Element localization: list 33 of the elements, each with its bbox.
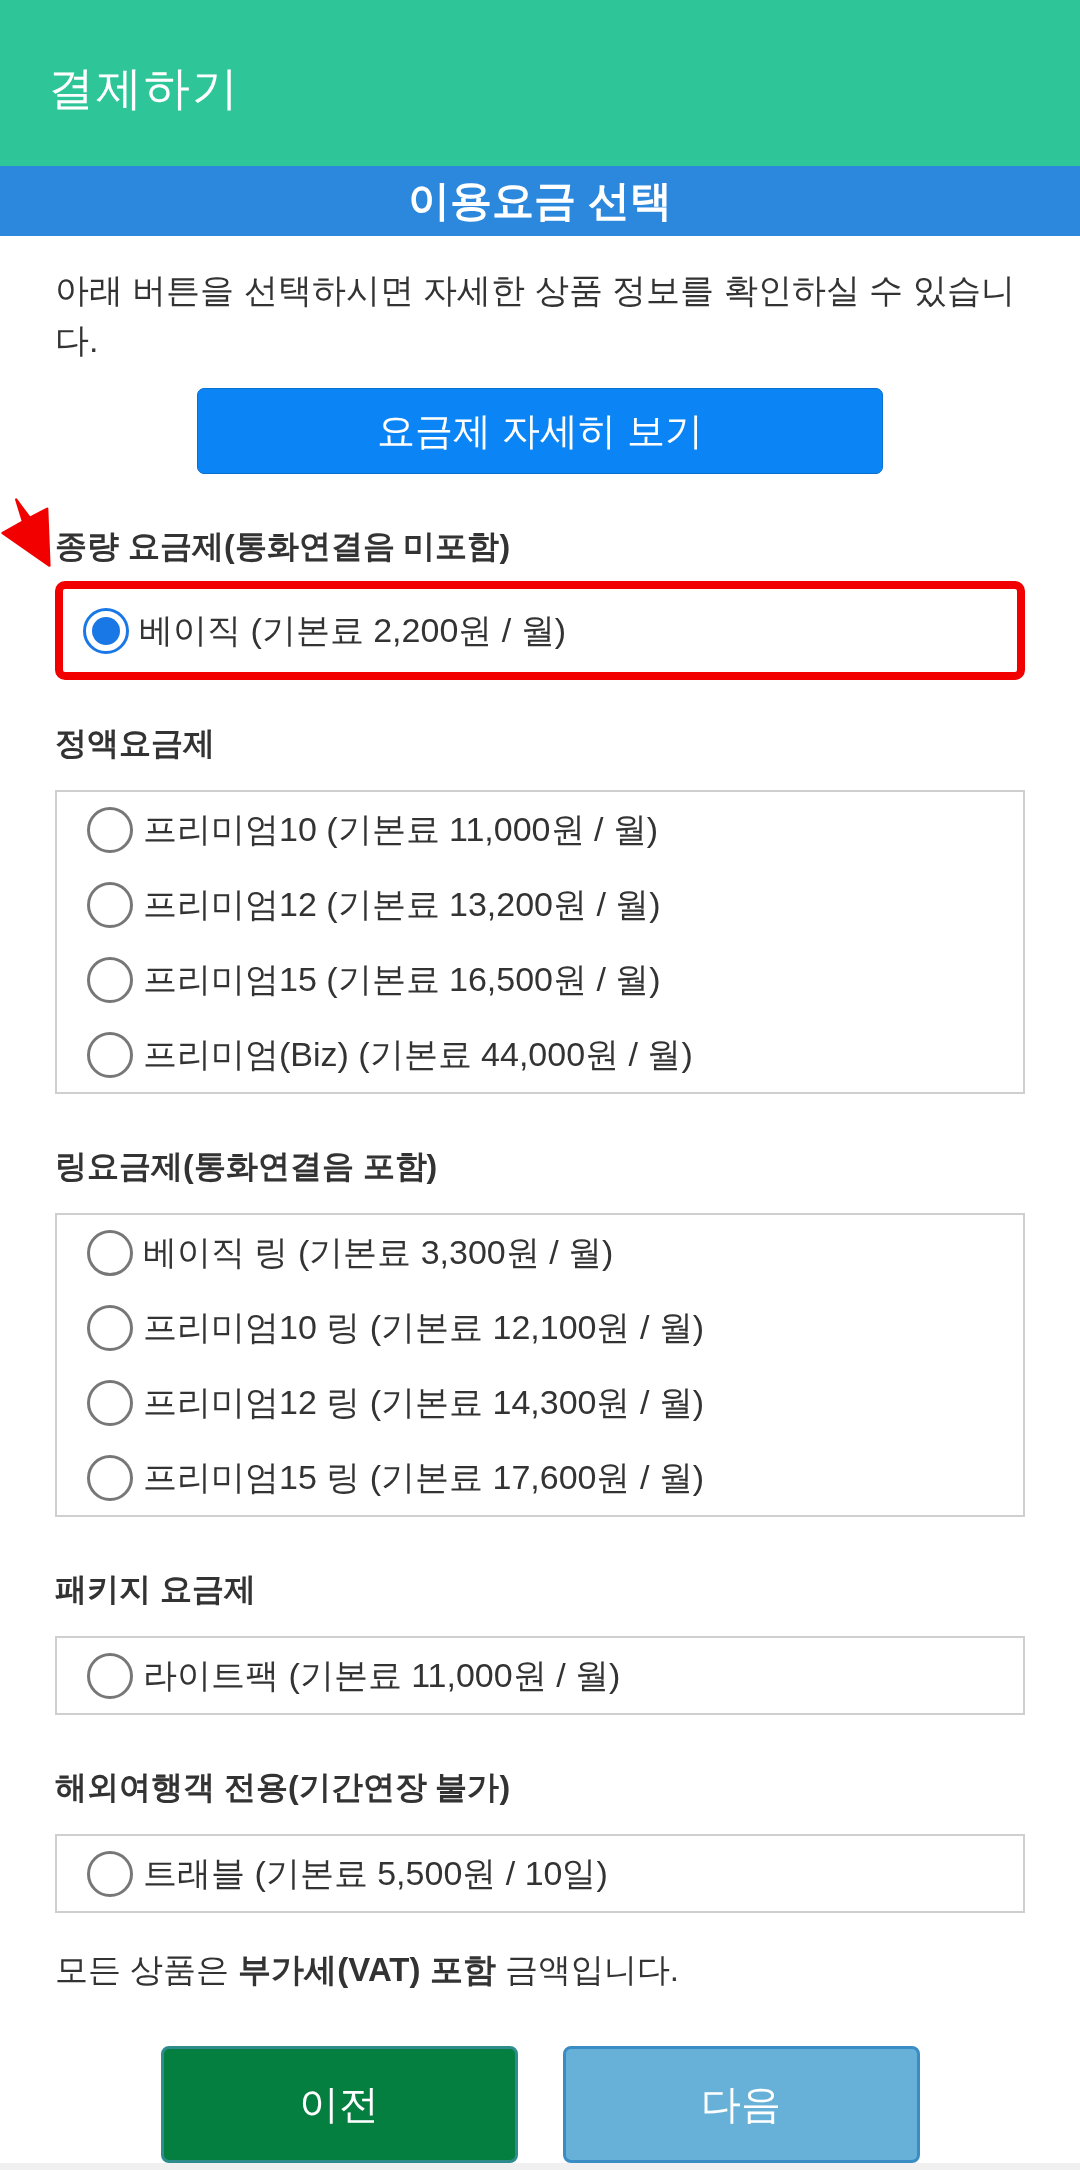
plan-option[interactable]: 프리미엄10 링 (기본료 12,100원 / 월) bbox=[87, 1290, 705, 1365]
radio-icon[interactable] bbox=[87, 881, 133, 928]
plan-option[interactable]: 베이직 링 (기본료 3,300원 / 월) bbox=[87, 1215, 614, 1290]
group-heading: 링요금제(통화연결음 포함) bbox=[55, 1147, 439, 1186]
radio-icon[interactable] bbox=[87, 956, 133, 1003]
plan-option[interactable]: 트래블 (기본료 5,500원 / 10일) bbox=[87, 1836, 608, 1911]
radio-icon[interactable] bbox=[87, 1304, 133, 1351]
radio-icon[interactable] bbox=[87, 1454, 133, 1501]
banner-title: 이용요금 선택 bbox=[408, 176, 672, 226]
plan-option[interactable]: 프리미엄(Biz) (기본료 44,000원 / 월) bbox=[87, 1017, 693, 1092]
radio-icon[interactable] bbox=[87, 806, 133, 853]
radio-icon[interactable] bbox=[87, 1652, 133, 1699]
plan-option[interactable]: 프리미엄10 (기본료 11,000원 / 월) bbox=[87, 792, 659, 867]
radio-icon[interactable] bbox=[87, 1379, 133, 1426]
radio-icon[interactable] bbox=[83, 607, 129, 654]
app-bar-title: 결제하기 bbox=[48, 61, 240, 116]
group-heading: 패키지 요금제 bbox=[55, 1570, 257, 1609]
radio-icon[interactable] bbox=[87, 1850, 133, 1897]
plan-option[interactable]: 프리미엄12 링 (기본료 14,300원 / 월) bbox=[87, 1365, 705, 1440]
plan-option[interactable]: 베이직 (기본료 2,200원 / 월) bbox=[83, 593, 566, 668]
group-heading: 정액요금제 bbox=[55, 724, 216, 763]
back-button[interactable]: 이전 bbox=[160, 2046, 518, 2163]
group-heading: 종량 요금제(통화연결음 미포함) bbox=[55, 527, 512, 566]
plan-option[interactable]: 프리미엄15 (기본료 16,500원 / 월) bbox=[87, 942, 661, 1017]
group-heading: 해외여행객 전용(기간연장 불가) bbox=[55, 1768, 512, 1807]
intro-text: 아래 버튼을 선택하시면 자세한 상품 정보를 확인하실 수 있습니다. bbox=[55, 270, 1016, 361]
plan-option[interactable]: 프리미엄12 (기본료 13,200원 / 월) bbox=[87, 867, 661, 942]
plan-option[interactable]: 라이트팩 (기본료 11,000원 / 월) bbox=[87, 1638, 621, 1713]
radio-icon[interactable] bbox=[87, 1031, 133, 1078]
plan-option[interactable]: 프리미엄15 링 (기본료 17,600원 / 월) bbox=[87, 1440, 705, 1515]
plan-details-button[interactable]: 요금제 자세히 보기 bbox=[197, 388, 883, 474]
vat-note: 모든 상품은 부가세(VAT) 포함 금액입니다. bbox=[55, 1950, 680, 1990]
radio-icon[interactable] bbox=[87, 1229, 133, 1276]
